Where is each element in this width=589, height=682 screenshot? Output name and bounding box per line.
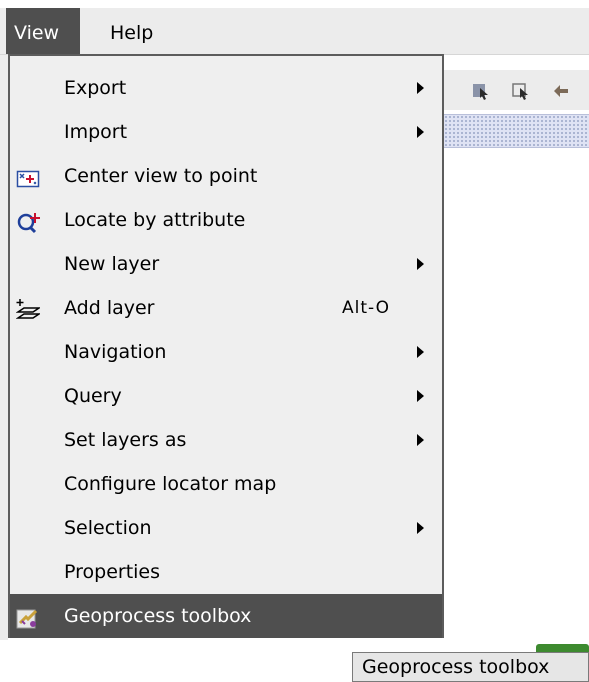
center-point-icon	[16, 163, 40, 188]
submenu-arrow-icon	[417, 434, 424, 446]
submenu-arrow-icon	[417, 82, 424, 94]
menu-item-label: Locate by attribute	[64, 209, 246, 231]
menu-item-query[interactable]: Query	[10, 374, 442, 418]
menu-item-set-layers-as[interactable]: Set layers as	[10, 418, 442, 462]
tooltip: Geoprocess toolbox	[352, 652, 589, 682]
menu-item-label: Import	[64, 121, 128, 143]
menu-item-selection[interactable]: Selection	[10, 506, 442, 550]
view-dropdown-menu: Export Import Center view to point Locat…	[8, 54, 444, 638]
menu-item-label: Set layers as	[64, 429, 187, 451]
menu-item-locate-by-attribute[interactable]: Locate by attribute	[10, 198, 442, 242]
menu-item-configure-locator-map[interactable]: Configure locator map	[10, 462, 442, 506]
select-rect-tool-icon[interactable]	[512, 82, 530, 100]
menu-item-navigation[interactable]: Navigation	[10, 330, 442, 374]
menu-item-properties[interactable]: Properties	[10, 550, 442, 594]
locate-attribute-icon	[16, 207, 40, 234]
menu-item-label: Selection	[64, 517, 152, 539]
shortcut-label: Alt-O	[342, 298, 391, 318]
map-canvas-edge	[0, 54, 8, 640]
menu-item-export[interactable]: Export	[10, 66, 442, 110]
menu-item-add-layer[interactable]: Add layer Alt-O	[10, 286, 442, 330]
map-feature	[536, 644, 589, 652]
submenu-arrow-icon	[417, 346, 424, 358]
menu-item-label: Properties	[64, 561, 161, 583]
add-layer-icon	[15, 295, 42, 319]
menu-item-label: Geoprocess toolbox	[64, 605, 252, 627]
menu-help[interactable]: Help	[98, 8, 165, 54]
menu-item-label: Center view to point	[64, 165, 258, 187]
menu-item-new-layer[interactable]: New layer	[10, 242, 442, 286]
submenu-arrow-icon	[417, 522, 424, 534]
submenu-arrow-icon	[417, 390, 424, 402]
menu-view[interactable]: View	[6, 8, 80, 54]
submenu-arrow-icon	[417, 126, 424, 138]
menu-item-geoprocess-toolbox[interactable]: Geoprocess toolbox	[10, 594, 442, 638]
toc-header-strip	[440, 114, 589, 148]
submenu-arrow-icon	[417, 258, 424, 270]
menu-item-import[interactable]: Import	[10, 110, 442, 154]
toolbar	[430, 70, 589, 110]
menu-item-center-view-to-point[interactable]: Center view to point	[10, 154, 442, 198]
menu-item-label: Navigation	[64, 341, 167, 363]
menu-item-label: New layer	[64, 253, 160, 275]
menu-item-label: Export	[64, 77, 127, 99]
menu-bar: View Help	[0, 8, 589, 55]
menu-item-label: Query	[64, 385, 122, 407]
menu-item-label: Configure locator map	[64, 473, 277, 495]
geoprocess-icon	[16, 603, 40, 629]
pan-tool-icon[interactable]	[552, 82, 570, 100]
menu-item-label: Add layer	[64, 297, 155, 319]
select-tool-icon[interactable]	[472, 82, 490, 100]
